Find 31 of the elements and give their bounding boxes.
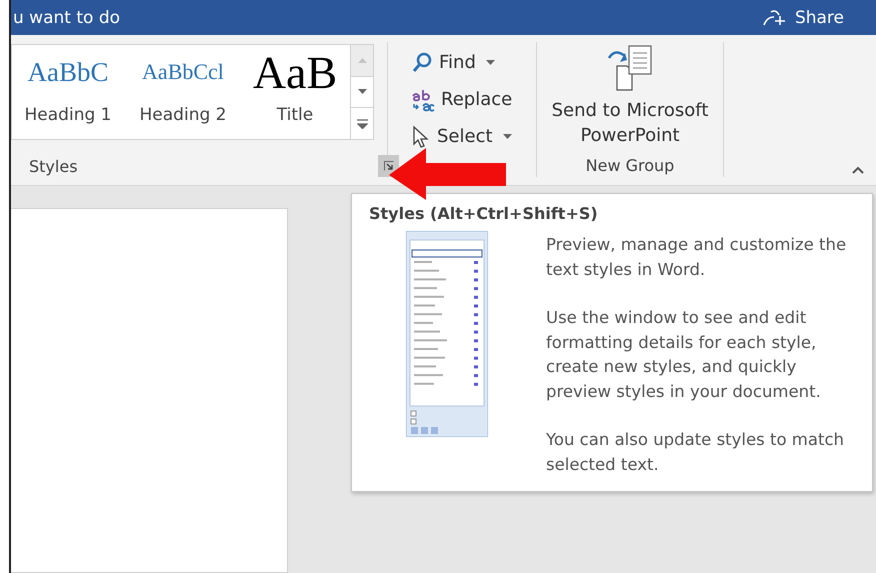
expand-corner-icon — [384, 161, 394, 171]
up-caret-icon — [852, 166, 864, 174]
tooltip-description: Preview, manage and customize the text styles in Word. — [546, 234, 848, 280]
style-option[interactable]: AaB Title — [242, 45, 348, 139]
style-name: Heading 2 — [140, 105, 226, 125]
pointer-icon — [411, 124, 431, 148]
replace-button[interactable]: Replace — [407, 83, 536, 116]
share-button[interactable]: Share — [762, 8, 844, 28]
style-option[interactable]: AaBbCcl Heading 2 — [124, 45, 242, 139]
dropdown-caret-icon — [502, 134, 512, 140]
style-name: Title — [276, 105, 314, 125]
down-caret-icon — [358, 89, 366, 95]
more-icon — [356, 118, 368, 129]
style-preview: AaBbC — [28, 56, 108, 88]
style-name: Heading 1 — [24, 105, 112, 125]
scroll-down-button[interactable] — [351, 76, 373, 108]
group-label: New Group — [586, 155, 674, 177]
find-button[interactable]: Find — [407, 46, 536, 79]
tooltip-title: Styles (Alt+Ctrl+Shift+S) — [369, 204, 599, 223]
group-label: Styles — [29, 156, 78, 176]
tooltip-description: Use the window to see and edit formatting details for each style, create new styles, and quickly preview styles in your document. — [546, 307, 822, 402]
style-option[interactable]: AaBbC Heading 1 — [12, 45, 124, 139]
search-icon — [411, 52, 433, 74]
dropdown-caret-icon — [486, 60, 495, 66]
send-to-powerpoint-button[interactable]: Send to Microsoft PowerPoint — [545, 44, 715, 148]
style-preview: AaBbCcl — [142, 58, 224, 86]
tooltip-description: You can also update styles to match selected text. — [546, 429, 845, 476]
style-preview: AaB — [252, 46, 338, 99]
up-caret-icon — [358, 57, 366, 64]
more-styles-button[interactable] — [351, 108, 373, 140]
tell-me-search-text[interactable]: u want to do — [13, 8, 120, 28]
